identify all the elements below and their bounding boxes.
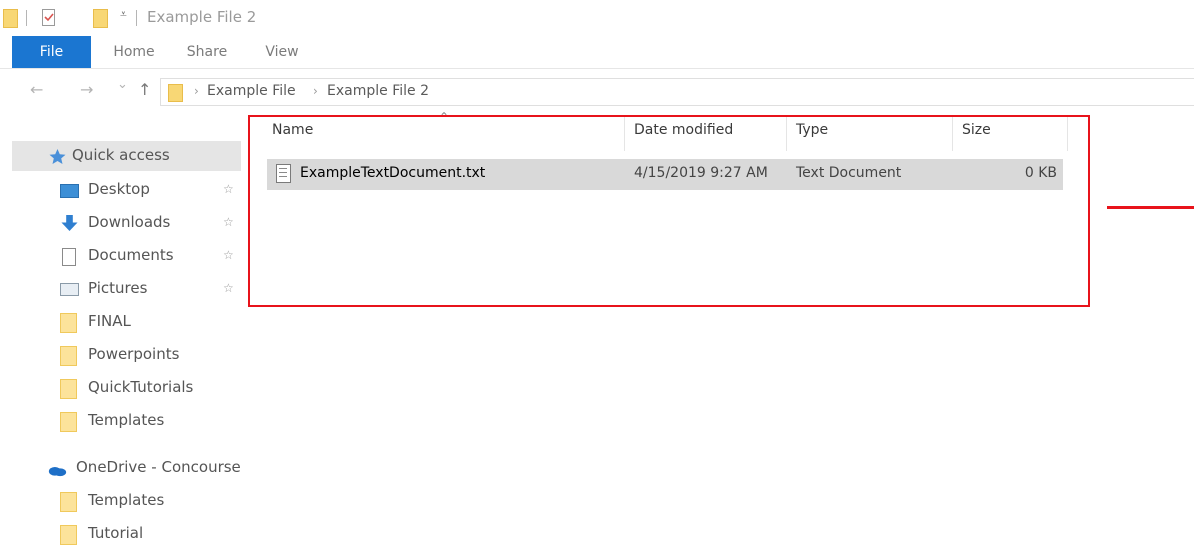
sidebar-item-final[interactable]: FINAL [48,307,242,337]
sidebar-item-label: Downloads [88,213,171,231]
sidebar-item-label: Quick access [72,146,170,164]
sidebar-item-label: Documents [88,246,174,264]
address-bar[interactable]: › Example File › Example File 2 [160,78,1194,106]
folder-icon [60,525,77,545]
forward-arrow-icon[interactable]: → [80,80,93,99]
annotation-highlight-box [248,115,1090,307]
sidebar-item-documents[interactable]: Documents ☆ [48,241,242,271]
sidebar-item-label: Pictures [88,279,148,297]
sidebar-item-templates[interactable]: Templates [48,406,242,436]
sidebar-item-tutorial[interactable]: Tutorial [48,519,242,545]
folder-icon [60,412,77,432]
sidebar-item-downloads[interactable]: Downloads ☆ [48,208,242,238]
tab-file[interactable]: File [12,36,91,68]
folder-icon [60,313,77,333]
toolbar-divider [136,10,137,26]
pin-icon[interactable]: ☆ [223,215,234,229]
sidebar-item-label: Desktop [88,180,150,198]
ribbon-tabs: File Home Share View [0,36,1194,68]
sidebar-item-onedrive[interactable]: OneDrive - Concourse [36,453,242,483]
sidebar-item-label: Powerpoints [88,345,180,363]
onedrive-cloud-icon [48,467,67,477]
sidebar-item-onedrive-templates[interactable]: Templates [48,486,242,516]
navigation-pane: Quick access Desktop ☆ Downloads ☆ Docum… [0,135,242,545]
new-folder-icon[interactable] [93,9,108,28]
sidebar-item-label: Templates [88,491,165,509]
folder-icon [168,84,183,102]
pictures-icon [60,283,79,296]
breadcrumb-separator: › [194,84,199,98]
breadcrumb-item[interactable]: Example File [207,83,296,99]
title-bar: ⩡ Example File 2 [0,0,1194,34]
sidebar-item-quick-access[interactable]: Quick access [12,141,241,171]
properties-icon[interactable] [42,9,55,26]
desktop-icon [60,184,79,198]
sidebar-item-pictures[interactable]: Pictures ☆ [48,274,242,304]
sidebar-item-quicktutorials[interactable]: QuickTutorials [48,373,242,403]
sidebar-item-desktop[interactable]: Desktop ☆ [48,175,242,205]
tab-view[interactable]: View [256,36,308,68]
folder-icon [60,379,77,399]
window-title: Example File 2 [147,8,257,26]
pin-icon[interactable]: ☆ [223,281,234,295]
documents-icon [62,248,76,266]
up-arrow-icon[interactable]: ↑ [138,80,151,99]
folder-icon [60,346,77,366]
toolbar-divider [26,10,27,26]
breadcrumb-separator: › [313,84,318,98]
sidebar-item-label: QuickTutorials [88,378,194,396]
sidebar-item-label: FINAL [88,312,131,330]
breadcrumb-item[interactable]: Example File 2 [327,83,429,99]
pin-icon[interactable]: ☆ [223,182,234,196]
sidebar-item-label: Templates [88,411,165,429]
tab-home[interactable]: Home [105,36,163,68]
recent-locations-icon[interactable]: ⌄ [117,77,128,92]
star-icon [49,149,66,164]
sidebar-item-powerpoints[interactable]: Powerpoints [48,340,242,370]
annotation-line [1107,206,1194,209]
downloads-icon [61,215,78,232]
folder-icon[interactable] [3,9,18,28]
tab-share[interactable]: Share [178,36,236,68]
sidebar-item-label: OneDrive - Concourse [76,458,241,476]
sidebar-item-label: Tutorial [88,524,144,542]
folder-icon [60,492,77,512]
ribbon-divider [0,68,1194,69]
customize-toolbar-icon[interactable]: ⩡ [120,7,127,22]
navigation-bar: ← → ⌄ ↑ › Example File › Example File 2 [0,74,1194,108]
back-arrow-icon[interactable]: ← [30,80,43,99]
pin-icon[interactable]: ☆ [223,248,234,262]
